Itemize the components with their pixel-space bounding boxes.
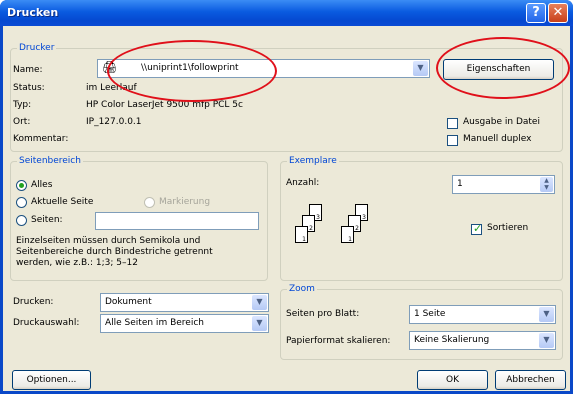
print-selection-select[interactable]: Alle Seiten im Bereich ▼ [100,314,269,333]
print-to-file-label[interactable]: Ausgabe in Datei [463,117,540,127]
copies-count-value: 1 [457,179,463,189]
pages-label[interactable]: Seiten: [31,215,63,225]
all-pages-label[interactable]: Alles [31,180,52,190]
scale-paper-select[interactable]: Keine Skalierung ▼ [409,331,556,350]
pages-radio[interactable] [16,215,27,226]
chevron-down-icon[interactable]: ▼ [539,333,554,348]
all-pages-radio[interactable] [16,180,27,191]
window-title: Drucken [7,6,59,19]
comment-label: Kommentar: [13,134,69,144]
zoom-group-title: Zoom [287,284,317,294]
annotation-ellipse-printer-name [107,40,277,102]
current-page-radio[interactable] [16,197,27,208]
print-dialog-window: Drucken ? ✕ Drucker Name: 🖨 \\uniprint1\… [0,0,573,394]
print-selection-label: Druckauswahl: [13,318,80,328]
close-button[interactable]: ✕ [548,3,568,23]
pages-per-sheet-value: 1 Seite [414,309,446,319]
chevron-down-icon[interactable]: ▼ [252,295,267,310]
page-range-hint-line-3: werden, wie z.B.: 1;3; 5–12 [16,258,138,268]
page-icon: 1 [295,226,308,243]
collate-label[interactable]: Sortieren [487,223,528,233]
chevron-down-icon[interactable]: ▼ [252,316,267,331]
print-what-select[interactable]: Dokument ▼ [100,293,269,312]
page-range-hint-line-1: Einzelseiten müssen durch Semikola und [16,236,201,246]
page-icon: 1 [341,226,354,243]
chevron-down-icon[interactable]: ▼ [539,307,554,322]
printer-group-title: Drucker [17,43,57,53]
pages-input[interactable] [95,212,259,230]
scale-paper-value: Keine Skalierung [414,335,490,345]
name-label: Name: [13,65,43,75]
location-value: IP_127.0.0.1 [86,117,142,127]
selection-radio [144,197,155,208]
cancel-button[interactable]: Abbrechen [495,370,566,390]
title-bar[interactable]: Drucken ? ✕ [0,0,573,26]
print-what-label: Drucken: [13,297,54,307]
status-label: Status: [13,83,45,93]
help-button[interactable]: ? [526,3,546,23]
pages-per-sheet-select[interactable]: 1 Seite ▼ [409,305,556,324]
manual-duplex-checkbox[interactable] [447,135,458,146]
spin-down-icon[interactable]: ▼ [540,184,553,191]
type-value: HP Color LaserJet 9500 mfp PCL 5c [86,100,243,110]
ok-button[interactable]: OK [417,370,488,390]
copies-count-label: Anzahl: [286,178,320,188]
page-range-group-title: Seitenbereich [17,156,83,166]
options-button[interactable]: Optionen... [12,370,91,390]
manual-duplex-label[interactable]: Manuell duplex [463,134,531,144]
current-page-label[interactable]: Aktuelle Seite [31,197,93,207]
location-label: Ort: [13,117,31,127]
copies-count-spinner[interactable]: 1 ▲ ▼ [452,175,555,194]
annotation-ellipse-properties [436,37,570,99]
page-range-hint-line-2: Seitenbereiche durch Bindestriche getren… [16,247,213,257]
chevron-down-icon[interactable]: ▼ [413,61,428,76]
pages-per-sheet-label: Seiten pro Blatt: [286,309,360,319]
type-label: Typ: [13,100,32,110]
collate-checkbox[interactable] [471,222,482,235]
scale-paper-label: Papierformat skalieren: [286,336,391,346]
print-what-value: Dokument [105,297,152,307]
spin-up-icon[interactable]: ▲ [540,177,553,184]
print-selection-value: Alle Seiten im Bereich [105,318,204,328]
spinner-arrows-icon[interactable]: ▲ ▼ [540,177,553,192]
selection-label: Markierung [159,197,211,207]
copies-group-title: Exemplare [287,156,339,166]
print-to-file-checkbox[interactable] [447,118,458,129]
